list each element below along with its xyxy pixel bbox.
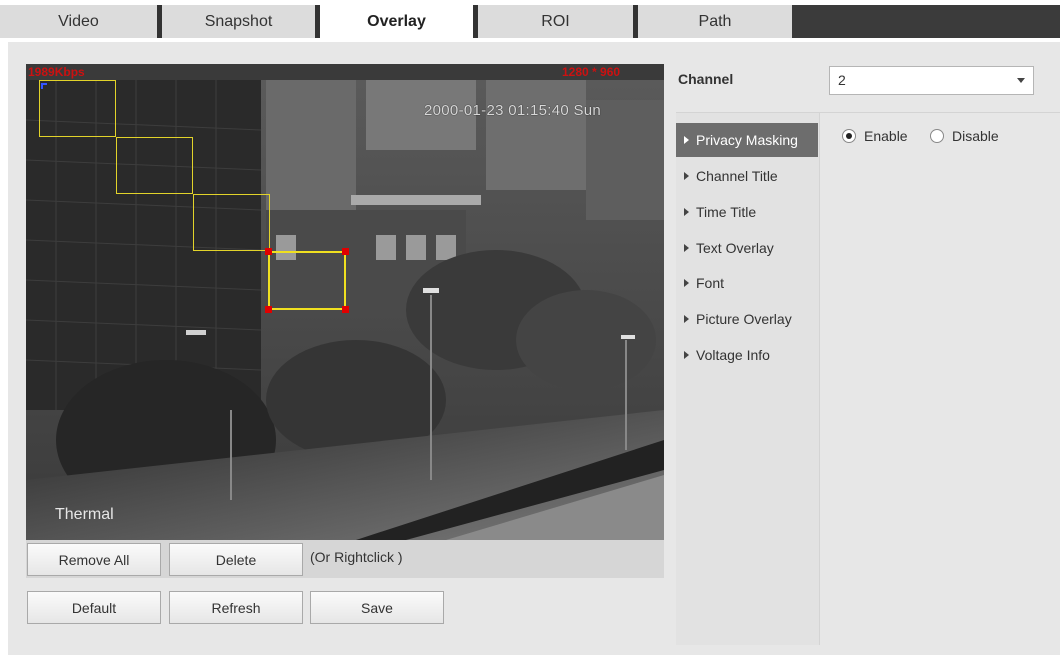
tab-bar: Video Snapshot Overlay ROI Path — [0, 0, 1060, 38]
caret-right-icon — [684, 172, 689, 180]
tab-path[interactable]: Path — [638, 5, 792, 38]
tab-overlay[interactable]: Overlay — [320, 5, 473, 38]
menu-item-label: Channel Title — [696, 168, 778, 184]
tab-roi[interactable]: ROI — [478, 5, 633, 38]
menu-item-label: Font — [696, 275, 725, 291]
enable-radio[interactable]: Enable — [842, 128, 908, 144]
channel-label: Channel — [678, 71, 734, 87]
privacy-mask-area[interactable] — [193, 194, 270, 251]
caret-right-icon — [684, 351, 689, 359]
enable-label: Enable — [864, 128, 908, 144]
menu-item-channel-title[interactable]: Channel Title — [676, 159, 818, 193]
resolution-readout: 1280 * 960 — [562, 65, 621, 79]
save-button[interactable]: Save — [310, 591, 444, 624]
bitrate-readout: 1989Kbps — [28, 65, 85, 79]
menu-item-voltage-info[interactable]: Voltage Info — [676, 338, 818, 372]
resize-handle[interactable] — [342, 248, 349, 255]
tab-snapshot[interactable]: Snapshot — [162, 5, 315, 38]
remove-all-button[interactable]: Remove All — [27, 543, 161, 576]
privacy-mask-marker — [41, 83, 47, 89]
menu-item-text-overlay[interactable]: Text Overlay — [676, 231, 818, 265]
caret-right-icon — [684, 208, 689, 216]
default-button[interactable]: Default — [27, 591, 161, 624]
menu-item-label: Time Title — [696, 204, 757, 220]
osd-timestamp: 2000-01-23 01:15:40 Sun — [424, 102, 602, 119]
menu-item-label: Privacy Masking — [696, 132, 798, 148]
menu-item-privacy-masking[interactable]: Privacy Masking — [676, 123, 818, 157]
divider — [676, 112, 1060, 113]
delete-button[interactable]: Delete — [169, 543, 303, 576]
privacy-mask-area[interactable] — [39, 80, 116, 137]
caret-right-icon — [684, 244, 689, 252]
disable-radio[interactable]: Disable — [930, 128, 999, 144]
caret-right-icon — [684, 315, 689, 323]
thermal-label: Thermal — [55, 506, 114, 523]
privacy-mask-area[interactable] — [116, 137, 193, 194]
caret-right-icon — [684, 279, 689, 287]
menu-item-picture-overlay[interactable]: Picture Overlay — [676, 302, 818, 336]
menu-item-label: Picture Overlay — [696, 311, 792, 327]
menu-item-font[interactable]: Font — [676, 266, 818, 300]
rightclick-hint: (Or Rightclick ) — [310, 549, 403, 565]
disable-label: Disable — [952, 128, 999, 144]
chevron-down-icon — [1017, 78, 1025, 83]
tab-bar-filler — [792, 5, 1060, 38]
tab-video[interactable]: Video — [0, 5, 157, 38]
radio-unchecked-icon[interactable] — [930, 129, 944, 143]
resize-handle[interactable] — [342, 306, 349, 313]
radio-checked-icon[interactable] — [842, 129, 856, 143]
privacy-mask-area-selected[interactable] — [268, 251, 346, 310]
channel-select-value: 2 — [838, 72, 846, 88]
caret-right-icon — [684, 136, 689, 144]
menu-item-label: Text Overlay — [696, 240, 774, 256]
channel-select[interactable]: 2 — [829, 66, 1034, 95]
resize-handle[interactable] — [265, 306, 272, 313]
refresh-button[interactable]: Refresh — [169, 591, 303, 624]
menu-item-time-title[interactable]: Time Title — [676, 195, 818, 229]
menu-item-label: Voltage Info — [696, 347, 770, 363]
resize-handle[interactable] — [265, 248, 272, 255]
